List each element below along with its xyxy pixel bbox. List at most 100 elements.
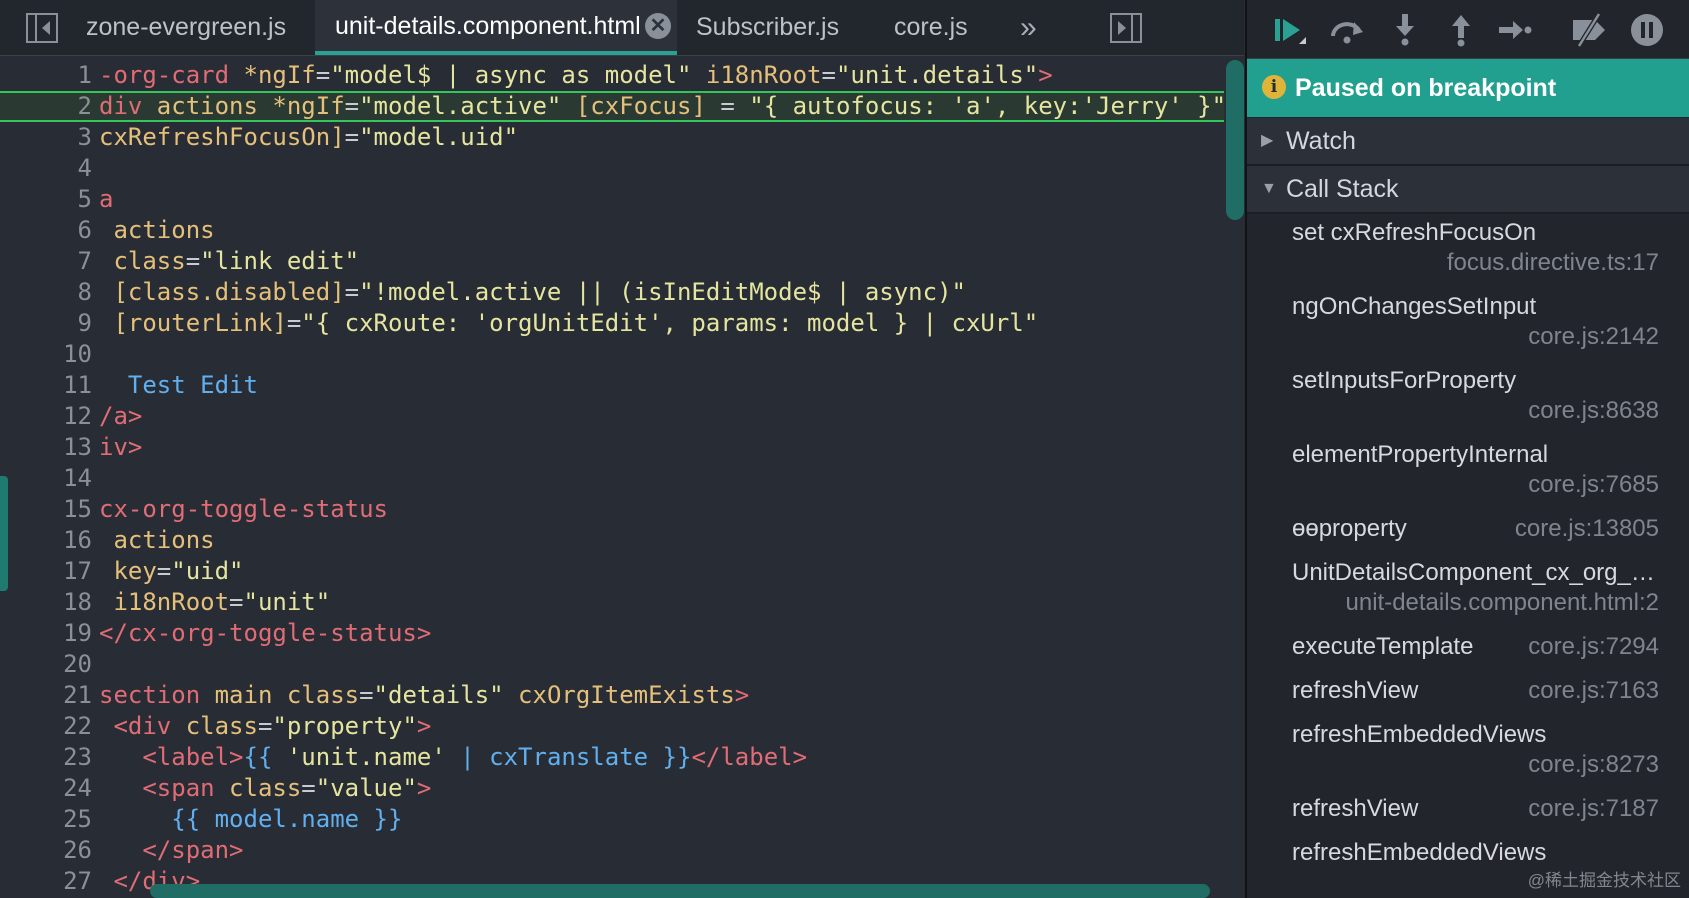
line-number[interactable]: 26 [0, 835, 92, 866]
code-line[interactable]: 20 [0, 649, 1224, 680]
line-number[interactable]: 4 [0, 153, 92, 184]
step-over-icon[interactable] [1327, 10, 1367, 50]
callstack-section-header[interactable]: ▼ Call Stack [1247, 166, 1689, 214]
line-number[interactable]: 21 [0, 680, 92, 711]
line-number[interactable]: 20 [0, 649, 92, 680]
code-line[interactable]: 13 iv> [0, 432, 1224, 463]
frame-function-name: refreshView [1292, 795, 1419, 822]
close-icon[interactable]: ✕ [645, 13, 671, 39]
code-token: main class [214, 681, 360, 709]
code-line[interactable]: 22 <div class="property"> [0, 711, 1224, 742]
chevron-down-icon: ▼ [1261, 180, 1277, 197]
code-line[interactable]: 2 div actions *ngIf="model.active" [cxFoc… [0, 91, 1227, 122]
line-number[interactable]: 5 [0, 184, 92, 215]
line-number[interactable]: 2 [0, 93, 92, 120]
code-line[interactable]: 7 class="link edit" [0, 246, 1224, 277]
line-number[interactable]: 15 [0, 494, 92, 525]
line-number[interactable]: 6 [0, 215, 92, 246]
call-frame[interactable]: setInputsForProperty core.js:8638 [1247, 361, 1689, 435]
step-out-icon[interactable] [1441, 10, 1481, 50]
code-line[interactable]: 24 <span class="value"> [0, 773, 1224, 804]
call-frame[interactable]: refreshEmbeddedViews core.js:8273 [1247, 715, 1689, 789]
deactivate-breakpoints-icon[interactable] [1569, 10, 1609, 50]
code-line[interactable]: 3 cxRefreshFocusOn]="model.uid" [0, 122, 1224, 153]
tab-core[interactable]: core.js [894, 0, 994, 55]
code-token: class [99, 247, 186, 275]
code-line[interactable]: 23 <label>{{ 'unit.name' | cxTranslate }… [0, 742, 1224, 773]
code-token: | cxTranslate }} [445, 743, 692, 771]
code-token: key [99, 557, 157, 585]
line-number[interactable]: 1 [0, 60, 92, 91]
pause-on-exceptions-icon[interactable] [1627, 10, 1667, 50]
code-line[interactable]: 8 [class.disabled]="!model.active || (is… [0, 277, 1224, 308]
code-editor[interactable]: 1 -org-card *ngIf="model$ | async as mode… [0, 56, 1244, 898]
code-line[interactable]: 14 [0, 463, 1224, 494]
step-icon[interactable] [1495, 10, 1535, 50]
code-line[interactable]: 12/a> [0, 401, 1224, 432]
code-token: "{ autofocus: 'a', key:'Jerry' }" [749, 92, 1227, 120]
line-number[interactable]: 8 [0, 277, 92, 308]
code-line[interactable]: 18 i18nRoot="unit" [0, 587, 1224, 618]
call-frame[interactable]: ɵɵproperty core.js:13805 [1247, 509, 1689, 553]
code-line[interactable]: 16 actions [0, 525, 1224, 556]
line-number[interactable]: 7 [0, 246, 92, 277]
toggle-debugger-icon[interactable] [1110, 13, 1142, 48]
line-number[interactable]: 13 [0, 432, 92, 463]
code-line[interactable]: 26 </span> [0, 835, 1224, 866]
code-line[interactable]: 17 key="uid" [0, 556, 1224, 587]
line-number[interactable]: 10 [0, 339, 92, 370]
call-frame[interactable]: ngOnChangesSetInput core.js:2142 [1247, 287, 1689, 361]
code-line[interactable]: 11 Test Edit [0, 370, 1224, 401]
call-frame[interactable]: refreshView core.js:7187 [1247, 789, 1689, 833]
code-token: [routerLink] [99, 309, 287, 337]
call-frame[interactable]: refreshView core.js:7163 [1247, 671, 1689, 715]
line-number[interactable]: 23 [0, 742, 92, 773]
code-token: > [416, 712, 432, 740]
line-number[interactable]: 14 [0, 463, 92, 494]
line-number[interactable]: 11 [0, 370, 92, 401]
debugger-toolbar [1247, 0, 1689, 59]
code-line[interactable]: 19 </cx-org-toggle-status> [0, 618, 1224, 649]
vertical-scrollbar[interactable] [1226, 60, 1244, 220]
line-number[interactable]: 9 [0, 308, 92, 339]
code-line[interactable]: 5a [0, 184, 1224, 215]
tab-subscriber[interactable]: Subscriber.js [696, 0, 866, 55]
tab-zone-evergreen[interactable]: zone-evergreen.js [86, 0, 312, 55]
line-number[interactable]: 3 [0, 122, 92, 153]
code-line[interactable]: 15 cx-org-toggle-status [0, 494, 1224, 525]
code-line[interactable]: 6 actions [0, 215, 1224, 246]
call-frame[interactable]: executeTemplate core.js:7294 [1247, 627, 1689, 671]
code-line[interactable]: 25 {{ model.name }} [0, 804, 1224, 835]
line-number[interactable]: 27 [0, 866, 92, 897]
tab-unit-details[interactable]: unit-details.component.html ✕ [315, 0, 677, 55]
horizontal-scrollbar[interactable] [150, 884, 1210, 898]
code-token: 'unit.name' [286, 743, 446, 771]
line-number[interactable]: 18 [0, 587, 92, 618]
call-frame[interactable]: set cxRefreshFocusOn focus.directive.ts:1… [1247, 213, 1689, 287]
code-line[interactable]: 21 section main class="details" cxOrgItem… [0, 680, 1224, 711]
code-line[interactable]: 4 [0, 153, 1224, 184]
frame-location: core.js:7294 [1528, 633, 1659, 660]
line-number[interactable]: 19 [0, 618, 92, 649]
code-line[interactable]: 10 [0, 339, 1224, 370]
call-frame[interactable]: elementPropertyInternal core.js:7685 [1247, 435, 1689, 509]
line-number[interactable]: 24 [0, 773, 92, 804]
line-number[interactable]: 16 [0, 525, 92, 556]
line-number[interactable]: 12 [0, 401, 92, 432]
line-number[interactable]: 25 [0, 804, 92, 835]
tab-label: zone-evergreen.js [86, 13, 287, 41]
step-in-icon[interactable] [1385, 10, 1425, 50]
more-tabs-icon[interactable]: » [1020, 0, 1050, 55]
resume-icon[interactable] [1269, 10, 1309, 50]
frame-location: core.js:8273 [1528, 751, 1659, 778]
watch-section-header[interactable]: ▶ Watch [1247, 118, 1689, 166]
call-frame[interactable]: UnitDetailsComponent_cx_org_… unit-detail… [1247, 553, 1689, 627]
line-source: /a> [99, 401, 142, 432]
line-number[interactable]: 22 [0, 711, 92, 742]
watermark: @稀土掘金技术社区 [1527, 871, 1681, 890]
code-line[interactable]: 1 -org-card *ngIf="model$ | async as mode… [0, 60, 1224, 91]
line-number[interactable]: 17 [0, 556, 92, 587]
code-line[interactable]: 9 [routerLink]="{ cxRoute: 'orgUnitEdit'… [0, 308, 1224, 339]
toggle-sidebar-icon[interactable] [26, 13, 58, 48]
